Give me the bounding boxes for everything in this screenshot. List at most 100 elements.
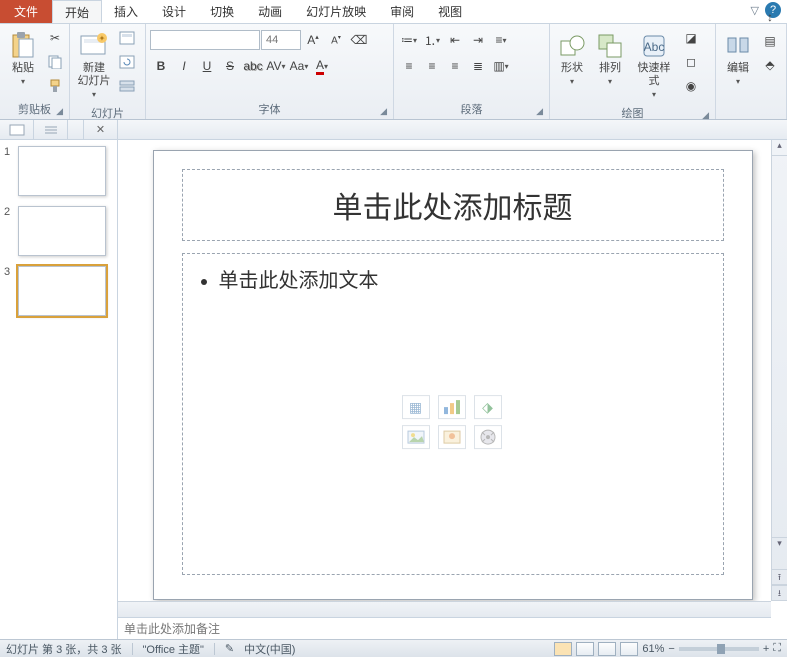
insert-table-icon[interactable]: ▦ — [402, 395, 430, 419]
paste-label: 粘贴 — [12, 62, 34, 74]
horizontal-scrollbar[interactable] — [118, 601, 771, 617]
slideshow-view-button[interactable] — [620, 642, 638, 656]
group-slides: ✦ 新建 幻灯片 ▾ 幻灯片 — [70, 24, 146, 119]
shape-outline-button[interactable]: ◻ — [680, 51, 702, 73]
layout-button[interactable] — [116, 27, 138, 49]
italic-icon: I — [182, 59, 185, 73]
editing-button[interactable]: 编辑▾ — [720, 27, 756, 91]
vertical-scrollbar[interactable]: ▴ ▾ ⭱ ⭳ — [771, 140, 787, 601]
font-dialog-icon[interactable]: ◢ — [380, 106, 387, 117]
bullets-button[interactable]: ≔▾ — [398, 29, 420, 51]
bold-button[interactable]: B — [150, 55, 172, 77]
insert-clipart-icon[interactable] — [438, 425, 466, 449]
decrease-indent-button[interactable]: ⇤ — [444, 29, 466, 51]
zoom-out-button[interactable]: − — [668, 643, 674, 655]
align-center-icon: ≡ — [428, 59, 435, 73]
tab-insert[interactable]: 插入 — [102, 0, 150, 23]
shapes-button[interactable]: 形状▾ — [554, 27, 590, 91]
zoom-in-button[interactable]: + — [763, 643, 769, 655]
align-right-button[interactable]: ≡ — [444, 55, 466, 77]
copy-button[interactable] — [44, 51, 66, 73]
shape-fill-button[interactable]: ◪ — [680, 27, 702, 49]
minimize-ribbon-icon[interactable]: ▽ — [751, 4, 759, 17]
status-language[interactable]: 中文(中国) — [244, 641, 295, 657]
underline-button[interactable]: U — [196, 55, 218, 77]
font-color-button[interactable]: A▾ — [311, 55, 333, 77]
shape-effects-button[interactable]: ◉ — [680, 75, 702, 97]
insert-smartart-icon[interactable]: ⬗ — [474, 395, 502, 419]
tab-design[interactable]: 设计 — [150, 0, 198, 23]
notes-pane[interactable]: 单击此处添加备注 — [118, 617, 771, 639]
insert-media-icon[interactable] — [474, 425, 502, 449]
tab-animation[interactable]: 动画 — [246, 0, 294, 23]
columns-button[interactable]: ▥▾ — [490, 55, 512, 77]
quick-styles-button[interactable]: Abc 快速样式▾ — [630, 27, 678, 104]
smartart-button[interactable]: ⬘ — [759, 54, 781, 76]
align-center-button[interactable]: ≡ — [421, 55, 443, 77]
zoom-slider[interactable] — [679, 647, 759, 651]
font-name-input[interactable] — [150, 30, 260, 50]
status-slide-info: 幻灯片 第 3 张，共 3 张 — [6, 641, 122, 657]
drawing-dialog-icon[interactable]: ◢ — [702, 110, 709, 121]
find-icon — [722, 30, 754, 62]
title-placeholder[interactable]: 单击此处添加标题 — [182, 169, 724, 241]
paragraph-dialog-icon[interactable]: ◢ — [536, 106, 543, 117]
format-painter-button[interactable] — [44, 75, 66, 97]
grow-font-button[interactable]: A▴ — [302, 29, 324, 51]
scroll-down-icon[interactable]: ▾ — [772, 537, 787, 553]
close-pane-button[interactable]: ✕ — [83, 120, 117, 139]
slides-tab[interactable] — [0, 120, 34, 139]
increase-indent-button[interactable]: ⇥ — [467, 29, 489, 51]
clear-format-button[interactable]: ⌫ — [348, 29, 370, 51]
outline-tab[interactable] — [34, 120, 68, 139]
normal-view-button[interactable] — [554, 642, 572, 656]
prev-slide-button[interactable]: ⭱ — [772, 569, 787, 585]
tab-home[interactable]: 开始 — [52, 0, 102, 23]
outline-icon: ◻ — [686, 55, 696, 69]
slide-canvas[interactable]: 单击此处添加标题 单击此处添加文本 ▦ ⬗ — [153, 150, 753, 600]
font-size-input[interactable] — [261, 30, 301, 50]
insert-chart-icon[interactable] — [438, 395, 466, 419]
spellcheck-icon[interactable]: ✎ — [225, 642, 234, 655]
cut-button[interactable]: ✂ — [44, 27, 66, 49]
section-button[interactable] — [116, 75, 138, 97]
tab-view[interactable]: 视图 — [426, 0, 474, 23]
align-left-button[interactable]: ≡ — [398, 55, 420, 77]
shadow-button[interactable]: abc — [242, 55, 264, 77]
shrink-font-button[interactable]: A▾ — [325, 29, 347, 51]
tab-file[interactable]: 文件 — [0, 0, 52, 23]
tab-transition[interactable]: 切换 — [198, 0, 246, 23]
spacing-button[interactable]: AV▾ — [265, 55, 287, 77]
change-case-button[interactable]: Aa▾ — [288, 55, 310, 77]
text-direction-icon: ↕ — [767, 10, 773, 24]
clipboard-dialog-icon[interactable]: ◢ — [56, 106, 63, 117]
thumbnail-2[interactable]: 2 — [4, 206, 113, 256]
scroll-up-icon[interactable]: ▴ — [772, 140, 787, 156]
fit-window-button[interactable]: ⛶ — [773, 642, 781, 655]
reset-button[interactable] — [116, 51, 138, 73]
strike-button[interactable]: S — [219, 55, 241, 77]
paste-button[interactable]: 粘贴▾ — [4, 27, 42, 91]
insert-picture-icon[interactable] — [402, 425, 430, 449]
text-direction-button[interactable]: ↕ — [759, 6, 781, 28]
new-slide-icon: ✦ — [78, 30, 110, 62]
sorter-view-button[interactable] — [576, 642, 594, 656]
zoom-percent[interactable]: 61% — [642, 643, 664, 655]
reading-view-button[interactable] — [598, 642, 616, 656]
tab-review[interactable]: 审阅 — [378, 0, 426, 23]
justify-button[interactable]: ≣ — [467, 55, 489, 77]
numbering-button[interactable]: ⒈▾ — [421, 29, 443, 51]
content-insert-icons: ▦ ⬗ — [402, 395, 504, 449]
italic-button[interactable]: I — [173, 55, 195, 77]
arrange-button[interactable]: 排列▾ — [592, 27, 628, 91]
content-placeholder[interactable]: 单击此处添加文本 ▦ ⬗ — [182, 253, 724, 575]
align-text-button[interactable]: ▤ — [759, 30, 781, 52]
brush-icon — [48, 79, 62, 93]
next-slide-button[interactable]: ⭳ — [772, 585, 787, 601]
new-slide-button[interactable]: ✦ 新建 幻灯片 ▾ — [74, 27, 114, 104]
line-spacing-button[interactable]: ≡▾ — [490, 29, 512, 51]
tab-slideshow[interactable]: 幻灯片放映 — [294, 0, 378, 23]
shapes-icon — [556, 30, 588, 62]
thumbnail-3[interactable]: 3 — [4, 266, 113, 316]
thumbnail-1[interactable]: 1 — [4, 146, 113, 196]
